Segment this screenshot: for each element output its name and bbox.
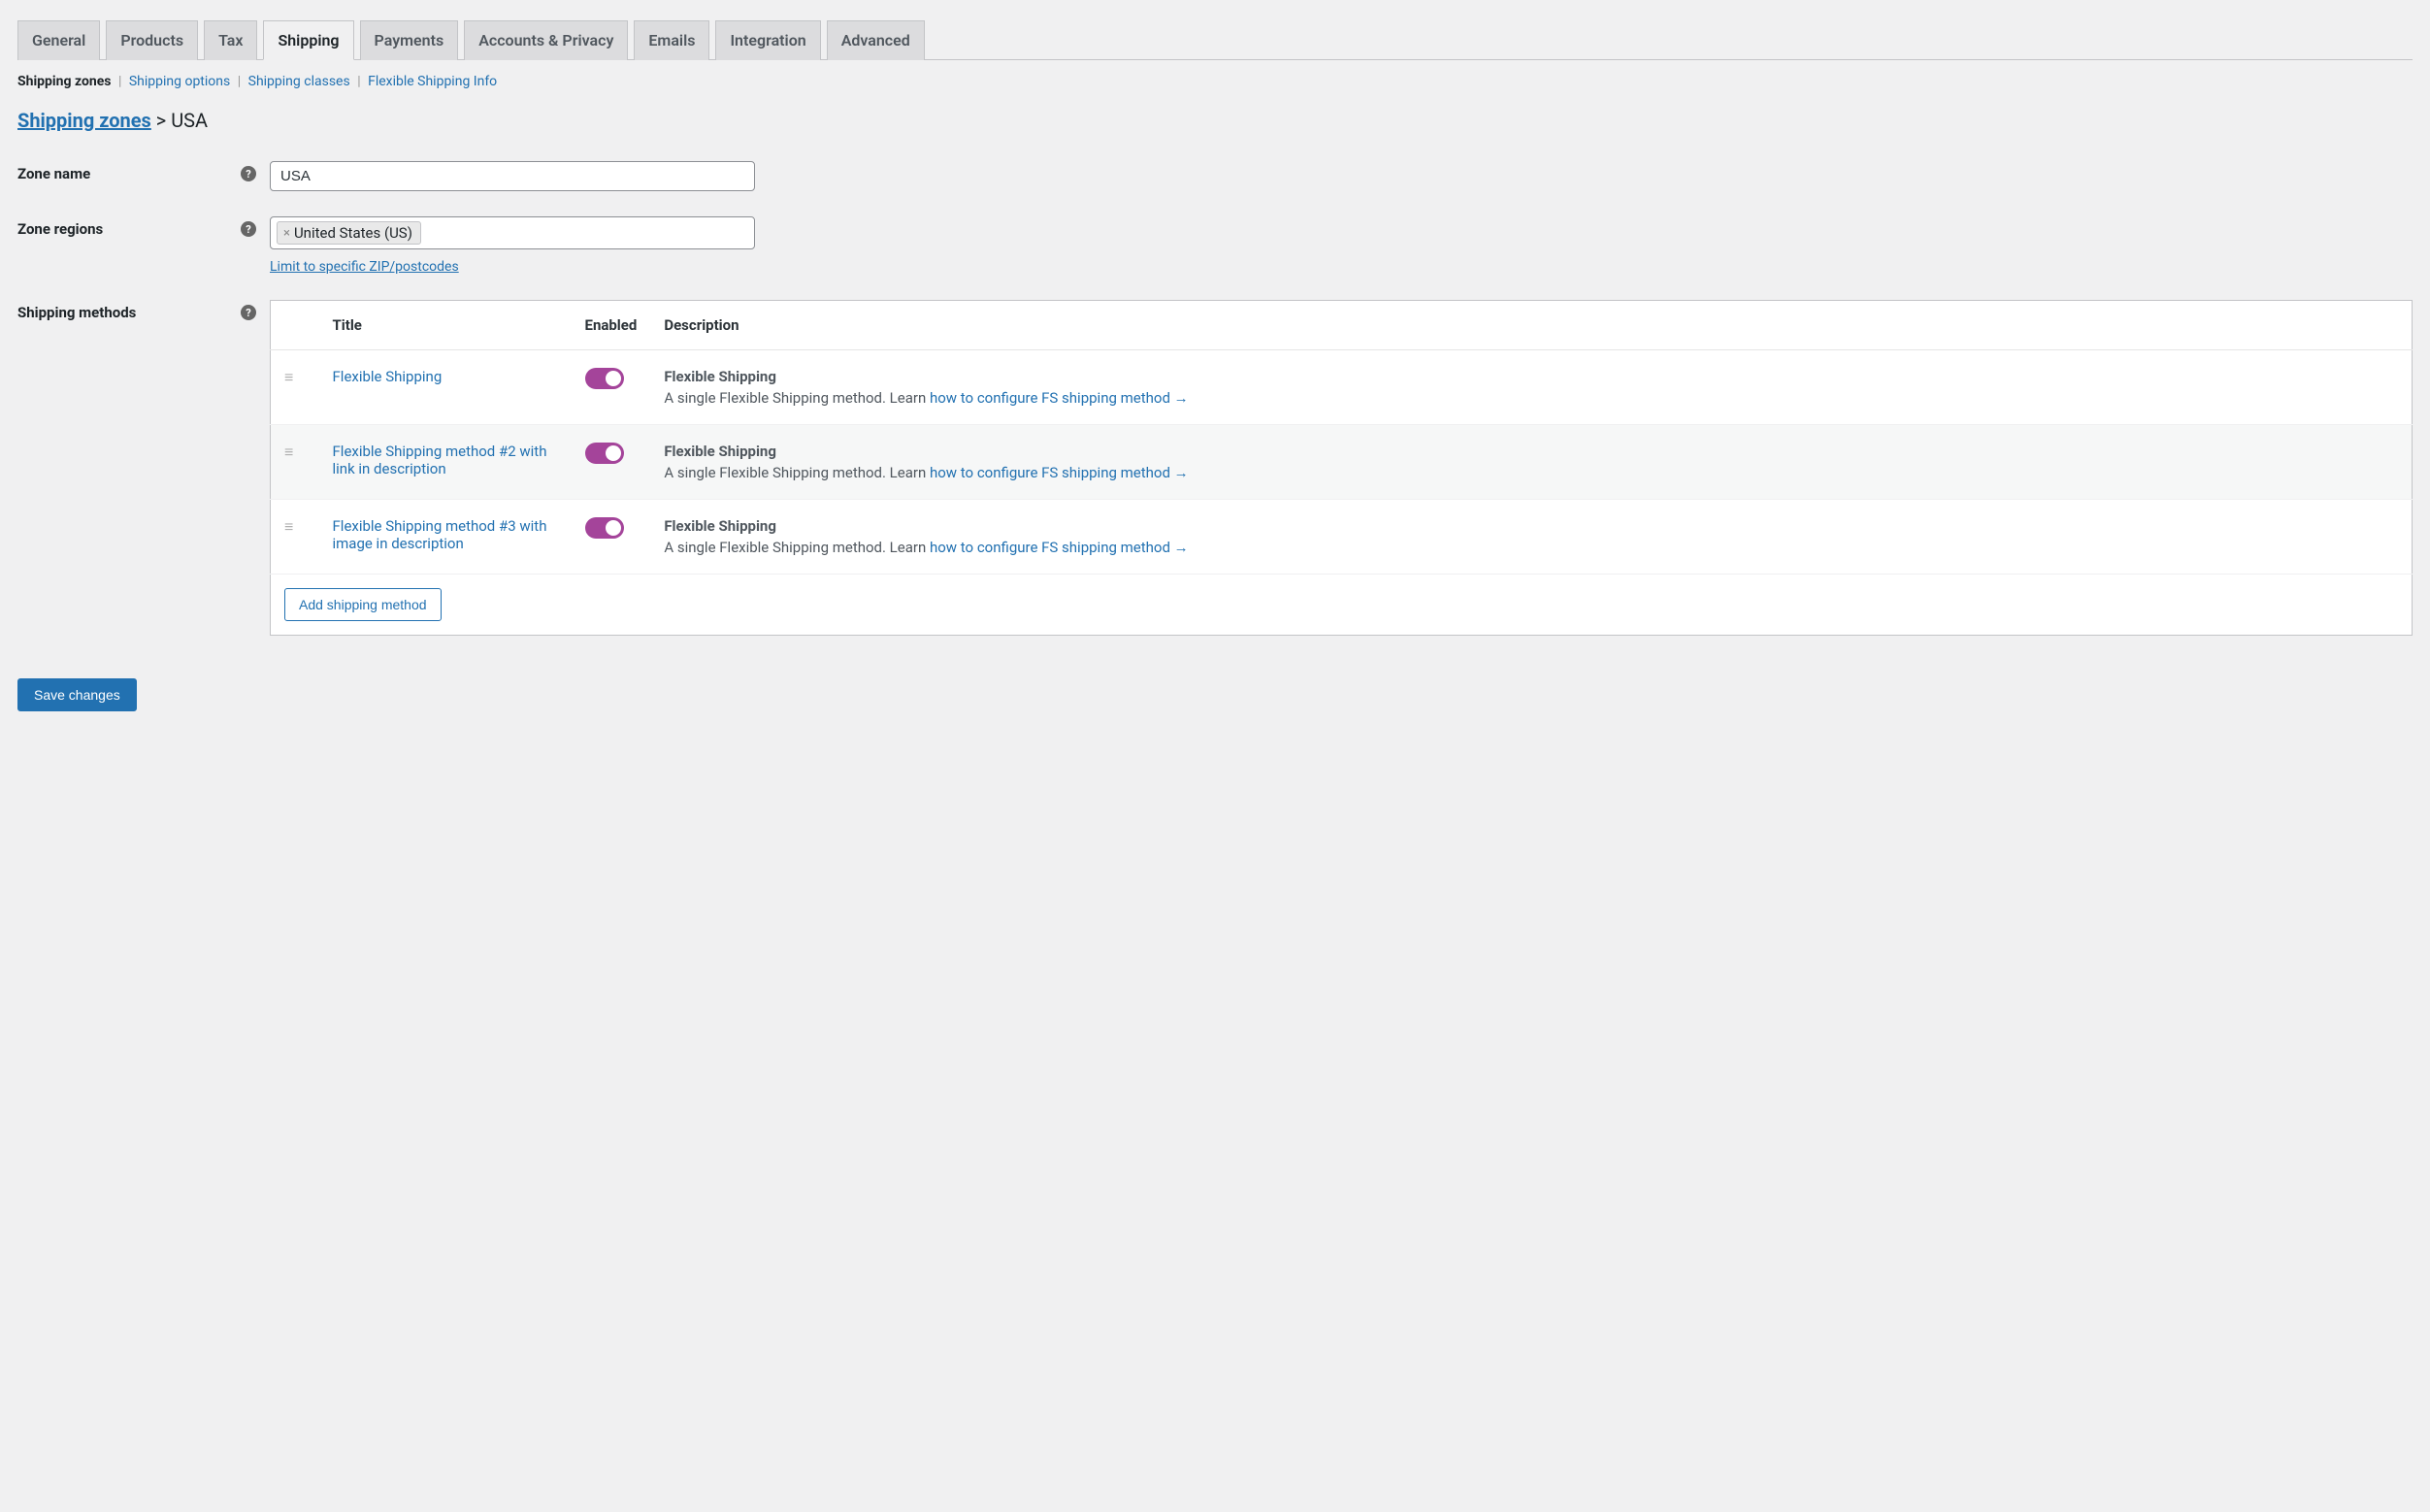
col-description: Description — [650, 301, 2412, 350]
enabled-toggle[interactable] — [585, 368, 624, 389]
remove-chip-icon[interactable]: × — [283, 226, 290, 241]
zone-name-row: Zone name ? — [17, 161, 2413, 191]
tab-payments[interactable]: Payments — [360, 20, 459, 60]
help-icon[interactable]: ? — [241, 305, 256, 320]
drag-handle-icon[interactable]: ≡ — [284, 368, 293, 386]
shipping-methods-row: Shipping methods ? Title Enabled Descrip… — [17, 300, 2413, 636]
method-desc-heading: Flexible Shipping — [664, 368, 2398, 385]
region-chip-label: United States (US) — [294, 224, 412, 242]
help-icon[interactable]: ? — [241, 166, 256, 181]
save-changes-button[interactable]: Save changes — [17, 678, 137, 711]
zone-name-input[interactable] — [270, 161, 755, 191]
tab-integration[interactable]: Integration — [715, 20, 820, 60]
shipping-methods-label: Shipping methods — [17, 304, 136, 321]
method-desc-heading: Flexible Shipping — [664, 443, 2398, 460]
method-desc-text: A single Flexible Shipping method. Learn… — [664, 389, 2398, 407]
add-shipping-method-button[interactable]: Add shipping method — [284, 588, 442, 621]
method-title-link[interactable]: Flexible Shipping — [333, 368, 443, 385]
breadcrumb: Shipping zones > USA — [17, 109, 2413, 132]
zone-regions-row: Zone regions ? × United States (US) Limi… — [17, 216, 2413, 275]
subnav-shipping-options[interactable]: Shipping options — [129, 74, 230, 89]
shipping-subnav: Shipping zones | Shipping options | Ship… — [17, 74, 2413, 89]
tab-tax[interactable]: Tax — [204, 20, 257, 60]
breadcrumb-leaf: USA — [171, 109, 208, 132]
subnav-shipping-zones[interactable]: Shipping zones — [17, 74, 111, 89]
enabled-toggle[interactable] — [585, 517, 624, 539]
zone-regions-label: Zone regions — [17, 220, 103, 238]
drag-handle-icon[interactable]: ≡ — [284, 443, 293, 461]
subnav-flexible-shipping-info[interactable]: Flexible Shipping Info — [368, 74, 497, 89]
tab-products[interactable]: Products — [106, 20, 198, 60]
limit-postcodes-link[interactable]: Limit to specific ZIP/postcodes — [270, 259, 459, 275]
tab-advanced[interactable]: Advanced — [827, 20, 925, 60]
help-icon[interactable]: ? — [241, 221, 256, 237]
col-enabled: Enabled — [572, 301, 651, 350]
zone-regions-select[interactable]: × United States (US) — [270, 216, 755, 249]
col-title: Title — [319, 301, 572, 350]
table-row: ≡ Flexible Shipping method #2 with link … — [271, 425, 2413, 500]
method-desc-heading: Flexible Shipping — [664, 517, 2398, 535]
tab-accounts-privacy[interactable]: Accounts & Privacy — [464, 20, 628, 60]
table-footer: Add shipping method — [270, 575, 2413, 636]
method-title-link[interactable]: Flexible Shipping method #2 with link in… — [333, 443, 547, 477]
method-title-link[interactable]: Flexible Shipping method #3 with image i… — [333, 517, 547, 552]
method-desc-text: A single Flexible Shipping method. Learn… — [664, 539, 2398, 556]
method-desc-link[interactable]: how to configure FS shipping method — [930, 464, 1170, 481]
method-desc-text: A single Flexible Shipping method. Learn… — [664, 464, 2398, 481]
zone-name-label: Zone name — [17, 165, 90, 182]
subnav-shipping-classes[interactable]: Shipping classes — [248, 74, 350, 89]
table-row: ≡ Flexible Shipping Flexible Shipping A … — [271, 350, 2413, 425]
tab-shipping[interactable]: Shipping — [263, 20, 353, 60]
breadcrumb-root-link[interactable]: Shipping zones — [17, 109, 151, 132]
settings-tabs: General Products Tax Shipping Payments A… — [17, 19, 2413, 60]
method-desc-link[interactable]: how to configure FS shipping method — [930, 389, 1170, 407]
tab-general[interactable]: General — [17, 20, 100, 60]
enabled-toggle[interactable] — [585, 443, 624, 464]
region-chip: × United States (US) — [277, 221, 421, 245]
method-desc-link[interactable]: how to configure FS shipping method — [930, 539, 1170, 556]
tab-emails[interactable]: Emails — [634, 20, 709, 60]
table-row: ≡ Flexible Shipping method #3 with image… — [271, 500, 2413, 575]
drag-handle-icon[interactable]: ≡ — [284, 517, 293, 536]
shipping-methods-table: Title Enabled Description ≡ Flexible Shi… — [270, 300, 2413, 575]
